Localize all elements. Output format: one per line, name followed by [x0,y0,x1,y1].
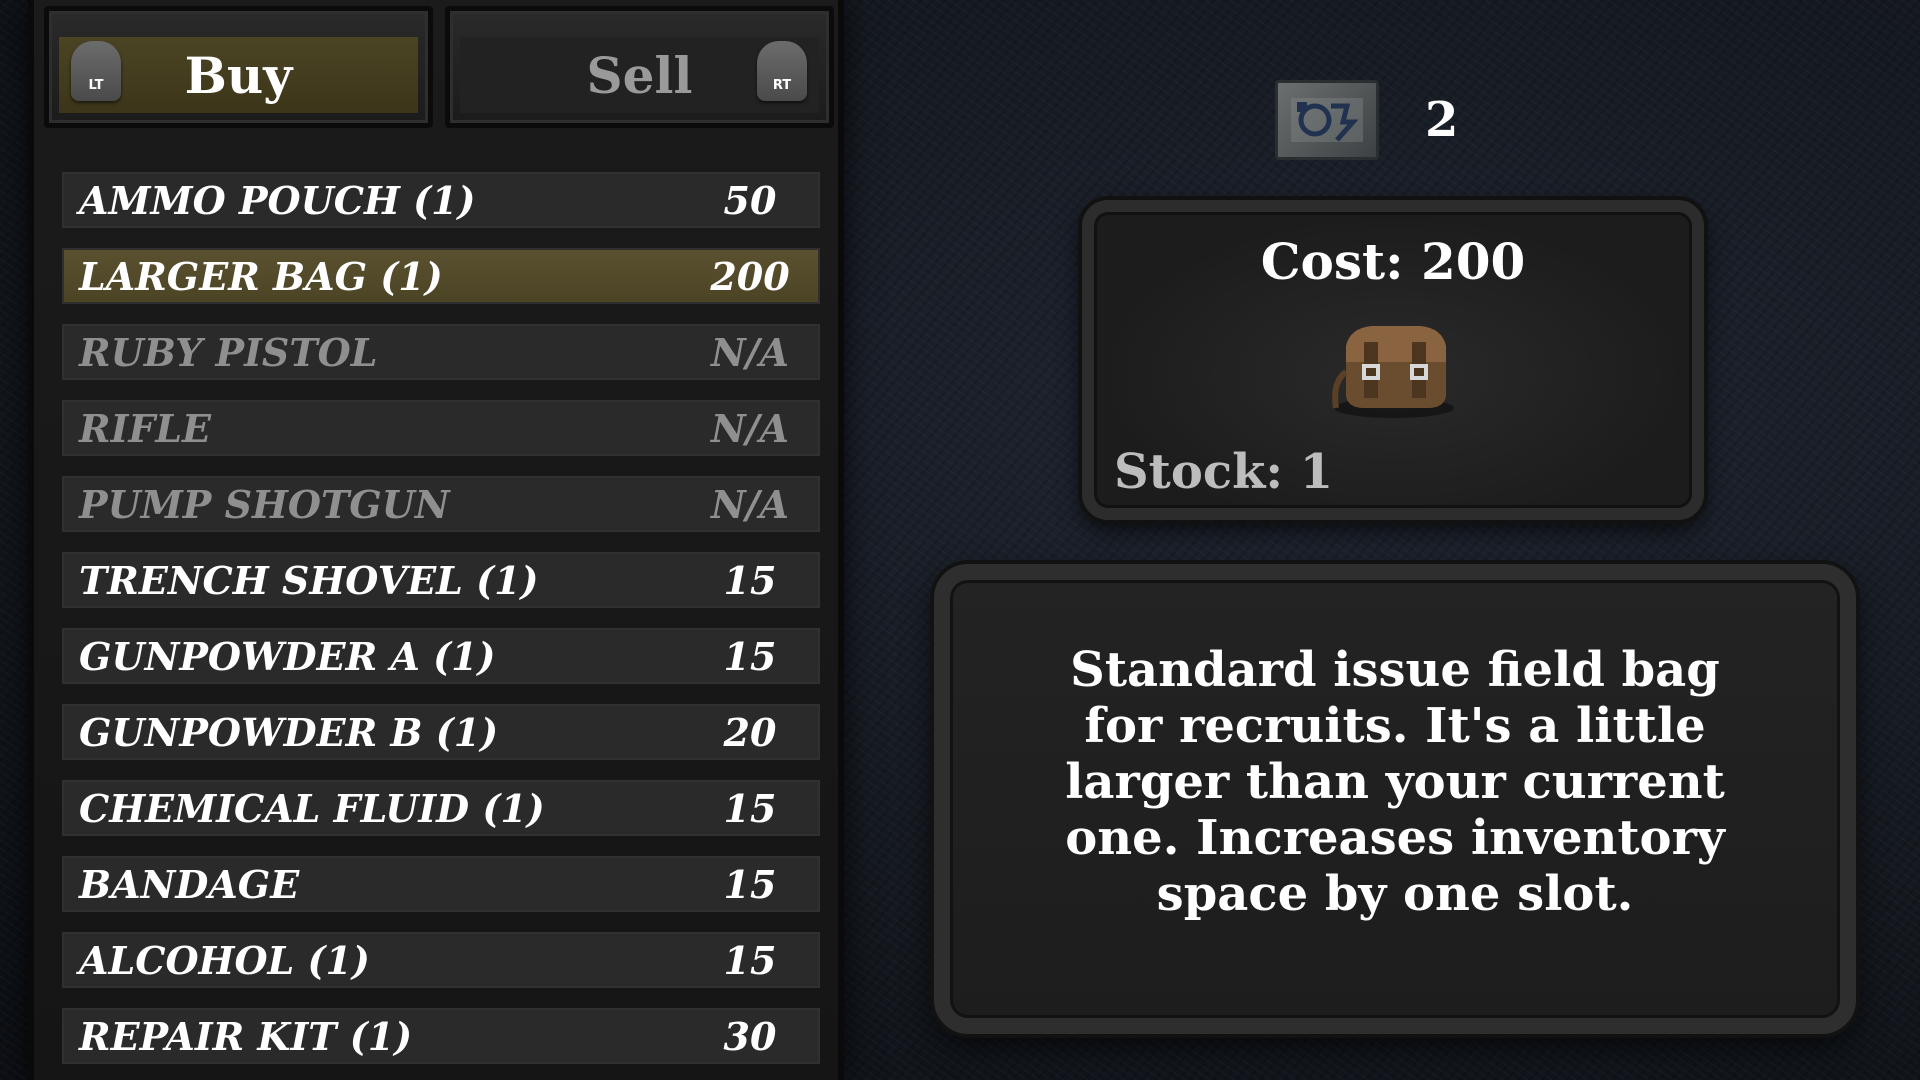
list-item[interactable]: RUBY PISTOL N/A [62,324,820,380]
stock-label: Stock: 1 [1114,444,1334,500]
lt-button-icon[interactable]: LT [71,41,121,101]
item-price: 15 [723,557,777,603]
list-item[interactable]: AMMO POUCH (1) 50 [62,172,820,228]
item-price: 15 [723,937,777,983]
item-name: TRENCH SHOVEL (1) [79,557,539,603]
item-name: AMMO POUCH (1) [79,177,476,223]
list-item[interactable]: RIFLE N/A [62,400,820,456]
trade-token-icon [1275,80,1379,160]
item-name: ALCOHOL (1) [79,937,370,983]
item-price: 20 [723,709,777,755]
item-price: N/A [710,405,790,451]
tab-sell-label: Sell [586,45,693,105]
item-price: 15 [723,633,777,679]
list-item[interactable]: REPAIR KIT (1) 30 [62,1008,820,1064]
rt-button-icon[interactable]: RT [757,41,807,101]
item-price: N/A [710,481,790,527]
shop-panel: Buy LT Sell RT AMMO POUCH (1) 50 LARGER … [28,0,844,1080]
item-name: GUNPOWDER A (1) [79,633,496,679]
item-price: 15 [723,785,777,831]
item-price: 30 [723,1013,777,1059]
currency-amount: 2 [1425,92,1459,148]
list-item[interactable]: GUNPOWDER B (1) 20 [62,704,820,760]
item-name: RIFLE [79,405,212,451]
item-price: 50 [723,177,777,223]
list-item[interactable]: BANDAGE 15 [62,856,820,912]
list-item[interactable]: PUMP SHOTGUN N/A [62,476,820,532]
tab-buy-label: Buy [184,45,293,105]
item-price: 15 [723,861,777,907]
item-name: PUMP SHOTGUN [79,481,450,527]
item-price: 200 [710,253,790,299]
list-item[interactable]: ALCOHOL (1) 15 [62,932,820,988]
item-description: Standard issue field bag for recruits. I… [1065,642,1725,922]
tab-bar: Buy LT Sell RT [44,6,834,128]
field-bag-icon [1324,312,1464,422]
list-item[interactable]: TRENCH SHOVEL (1) 15 [62,552,820,608]
item-list: AMMO POUCH (1) 50 LARGER BAG (1) 200 RUB… [62,172,820,1080]
currency-display: 2 [1275,80,1458,160]
list-item[interactable]: GUNPOWDER A (1) 15 [62,628,820,684]
item-price: N/A [710,329,790,375]
item-name: REPAIR KIT (1) [79,1013,413,1059]
item-name: CHEMICAL FLUID (1) [79,785,545,831]
item-detail-card: Cost: 200 Stock: 1 [1082,200,1704,520]
list-item-selected[interactable]: LARGER BAG (1) 200 [62,248,820,304]
cost-label: Cost: 200 [1260,232,1526,291]
tab-buy[interactable]: Buy LT [44,6,433,128]
item-name: GUNPOWDER B (1) [79,709,499,755]
item-name: BANDAGE [79,861,300,907]
description-box: Standard issue field bag for recruits. I… [934,564,1856,1034]
tab-sell[interactable]: Sell RT [445,6,834,128]
item-name: RUBY PISTOL [79,329,378,375]
list-item[interactable]: CHEMICAL FLUID (1) 15 [62,780,820,836]
item-name: LARGER BAG (1) [79,253,443,299]
